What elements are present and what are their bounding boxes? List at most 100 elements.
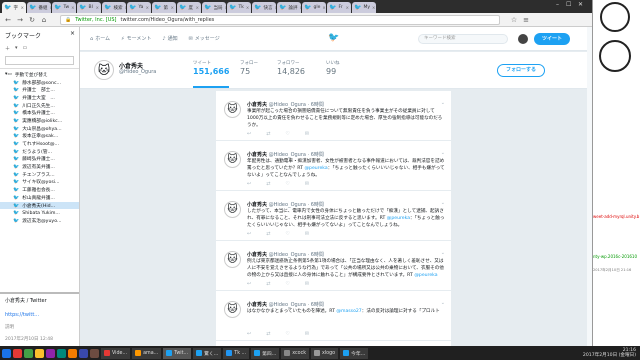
sidebar-bookmark-item[interactable]: 🐦 実應橋部@iolikc... xyxy=(0,117,79,125)
sidebar-bookmark-item[interactable]: 🐦 小倉秀夫(Hid... xyxy=(0,201,79,210)
app-launcher-icon[interactable] xyxy=(13,348,22,358)
reply-icon[interactable]: ↩ xyxy=(247,281,251,287)
tweet-mention[interactable]: @masso27 xyxy=(336,309,361,314)
like-icon[interactable]: ♡ xyxy=(285,231,289,237)
taskbar-clock[interactable]: 21:16 2017年2月10日 (金曜日) xyxy=(583,348,640,359)
detail-link[interactable]: https://twitt... xyxy=(5,312,74,318)
retweet-icon[interactable]: ⇄ xyxy=(266,231,270,237)
sidebar-bookmark-item[interactable]: 🐦 Shibata Yukim... xyxy=(0,209,79,217)
sidebar-bookmark-item[interactable]: 🐦 静水部部@sonc... xyxy=(0,79,79,87)
sidebar-bookmark-item[interactable]: 🐦 弁護士大室 ... xyxy=(0,94,79,102)
tweet-item[interactable]: 🐱 小倉秀夫 @Hideo_Ogura · 6時間 ⌄ はなかなかまとまっていたものを… xyxy=(216,291,451,341)
browser-tab[interactable]: 🐦 Fr × xyxy=(327,2,351,13)
tweet-author[interactable]: 小倉秀夫 xyxy=(247,302,267,308)
browser-tab[interactable]: 🐦 字 × xyxy=(2,2,26,13)
tweet-item[interactable]: 🐱 小倉秀夫 @Hideo_Ogura · 6時間 ⌄ 年配男性は、通勤電車・痴漢加害… xyxy=(216,141,451,191)
sidebar-folder[interactable]: ▾▭ 手動で並び替え xyxy=(0,71,79,79)
twitter-bird-icon[interactable]: 🐦 xyxy=(328,33,339,43)
browser-tab[interactable]: 🐦 度 × xyxy=(177,2,201,13)
twitter-search-input[interactable]: キーワード検索 xyxy=(418,34,508,44)
message-icon[interactable]: ✉ xyxy=(305,331,309,337)
taskbar-app[interactable]: 驚く... xyxy=(193,347,222,359)
retweet-icon[interactable]: ⇄ xyxy=(266,281,270,287)
close-tab-icon[interactable]: × xyxy=(224,5,226,10)
add-icon[interactable]: ＋ xyxy=(5,45,10,52)
menu-icon[interactable]: ≡ xyxy=(522,16,530,24)
nav-mail[interactable]: ✉ メッセージ xyxy=(189,35,220,43)
chevron-down-icon[interactable]: ⌄ xyxy=(441,100,445,106)
close-tab-icon[interactable]: × xyxy=(96,5,99,10)
profile-avatar[interactable]: 🐱 xyxy=(94,60,114,80)
tweet-author[interactable]: 小倉秀夫 xyxy=(247,102,267,108)
app-launcher-icon[interactable] xyxy=(35,348,44,358)
chevron-down-icon[interactable]: ⌄ xyxy=(441,300,445,306)
app-launcher-icon[interactable] xyxy=(2,348,11,358)
message-icon[interactable]: ✉ xyxy=(305,181,309,187)
tweet-author[interactable]: 小倉秀夫 xyxy=(247,152,267,158)
sidebar-bookmark-item[interactable]: 🐦 渡辺玄治@yuyo... xyxy=(0,217,79,225)
tweet-item[interactable]: 🐱 小倉秀夫 @Hideo_Ogura · 6時間 ⌄ したがって、本当に、電車内で女… xyxy=(216,191,451,241)
nav-moments[interactable]: ⚡ モーメント xyxy=(121,35,151,43)
browser-tab[interactable]: 🐦検索× xyxy=(102,2,126,13)
browser-tab[interactable]: 🐦 Tw × xyxy=(52,2,76,13)
close-icon[interactable]: × xyxy=(70,30,75,37)
browser-tab[interactable]: 🐦 Ya × xyxy=(127,2,151,13)
like-icon[interactable]: ♡ xyxy=(285,281,289,287)
reply-icon[interactable]: ↩ xyxy=(247,231,251,237)
profile-stat[interactable]: いいね 99 xyxy=(326,60,340,76)
close-tab-icon[interactable]: × xyxy=(274,5,276,10)
close-tab-icon[interactable]: × xyxy=(346,5,349,10)
close-tab-icon[interactable]: × xyxy=(171,5,174,10)
close-tab-icon[interactable]: × xyxy=(322,5,325,10)
sidebar-bookmark-item[interactable]: 🐦 渡辺有美弁護... xyxy=(0,163,79,171)
tweet-avatar[interactable]: 🐱 xyxy=(224,251,241,268)
browser-tab[interactable]: 🐦 Bl × xyxy=(77,2,101,13)
message-icon[interactable]: ✉ xyxy=(305,281,309,287)
tweet-mention[interactable]: @peureka xyxy=(387,216,410,221)
maximize-icon[interactable]: ☐ xyxy=(566,1,571,8)
chevron-down-icon[interactable]: ▾ xyxy=(15,45,18,52)
like-icon[interactable]: ♡ xyxy=(285,131,289,137)
retweet-icon[interactable]: ⇄ xyxy=(266,331,270,337)
close-tab-icon[interactable]: × xyxy=(299,5,301,10)
close-tab-icon[interactable]: × xyxy=(21,5,24,10)
sidebar-search-input[interactable] xyxy=(5,56,74,65)
retweet-icon[interactable]: ⇄ xyxy=(266,181,270,187)
reply-icon[interactable]: ↩ xyxy=(247,331,251,337)
star-icon[interactable]: ☆ xyxy=(510,16,518,24)
reply-icon[interactable]: ↩ xyxy=(247,181,251,187)
sidebar-bookmark-item[interactable]: 🐦 坂本正幸@sak... xyxy=(0,133,79,141)
app-launcher-icon[interactable] xyxy=(57,348,66,358)
close-tab-icon[interactable]: × xyxy=(124,5,126,10)
close-window-icon[interactable]: ✕ xyxy=(578,1,583,8)
nav-home[interactable]: ⌂ ホーム xyxy=(90,35,110,43)
tweet-avatar[interactable]: 🐱 xyxy=(224,301,241,318)
browser-tab[interactable]: 🐦当局× xyxy=(202,2,226,13)
sidebar-bookmark-item[interactable]: 🐦 杉山真龍弁護... xyxy=(0,194,79,202)
profile-stat[interactable]: フォロワー 14,826 xyxy=(277,60,305,76)
like-icon[interactable]: ♡ xyxy=(285,181,289,187)
profile-stat[interactable]: ツイート 151,666 xyxy=(193,60,230,88)
browser-tab[interactable]: 🐦 第 × xyxy=(152,2,176,13)
forward-icon[interactable]: → xyxy=(16,16,24,24)
profile-stat[interactable]: フォロー 75 xyxy=(240,60,258,76)
taskbar-app[interactable]: Tk ... xyxy=(223,347,250,359)
browser-tab[interactable]: 🐦 Tk × xyxy=(227,2,251,13)
sidebar-bookmark-item[interactable]: 🐦 だうよう(管... xyxy=(0,148,79,156)
sidebar-bookmark-item[interactable]: 🐦 てれすHsoot@... xyxy=(0,140,79,148)
browser-tab[interactable]: 🐦論評× xyxy=(277,2,301,13)
app-launcher-icon[interactable] xyxy=(90,348,99,358)
home-browser-icon[interactable]: ⌂ xyxy=(40,16,48,24)
folder-icon[interactable]: ▭ xyxy=(23,45,28,52)
taskbar-app[interactable]: Twit... xyxy=(163,347,192,359)
avatar[interactable] xyxy=(518,34,528,44)
taskbar-app[interactable]: 今年... xyxy=(340,347,369,359)
close-tab-icon[interactable]: × xyxy=(49,5,51,10)
browser-tab[interactable]: 🐦 My × xyxy=(352,2,376,13)
tweet-avatar[interactable]: 🐱 xyxy=(224,201,241,218)
tweet-item[interactable]: 🐱 小倉秀夫 @Hideo_Ogura · 6時間 ⌄ 事業所が起こった場合の損害賠償… xyxy=(216,91,451,141)
app-launcher-icon[interactable] xyxy=(46,348,55,358)
tweet-button[interactable]: ツイート xyxy=(534,33,570,45)
minimize-icon[interactable]: – xyxy=(556,1,559,8)
sidebar-bookmark-item[interactable]: 🐦 サイキ収@yosi... xyxy=(0,179,79,187)
